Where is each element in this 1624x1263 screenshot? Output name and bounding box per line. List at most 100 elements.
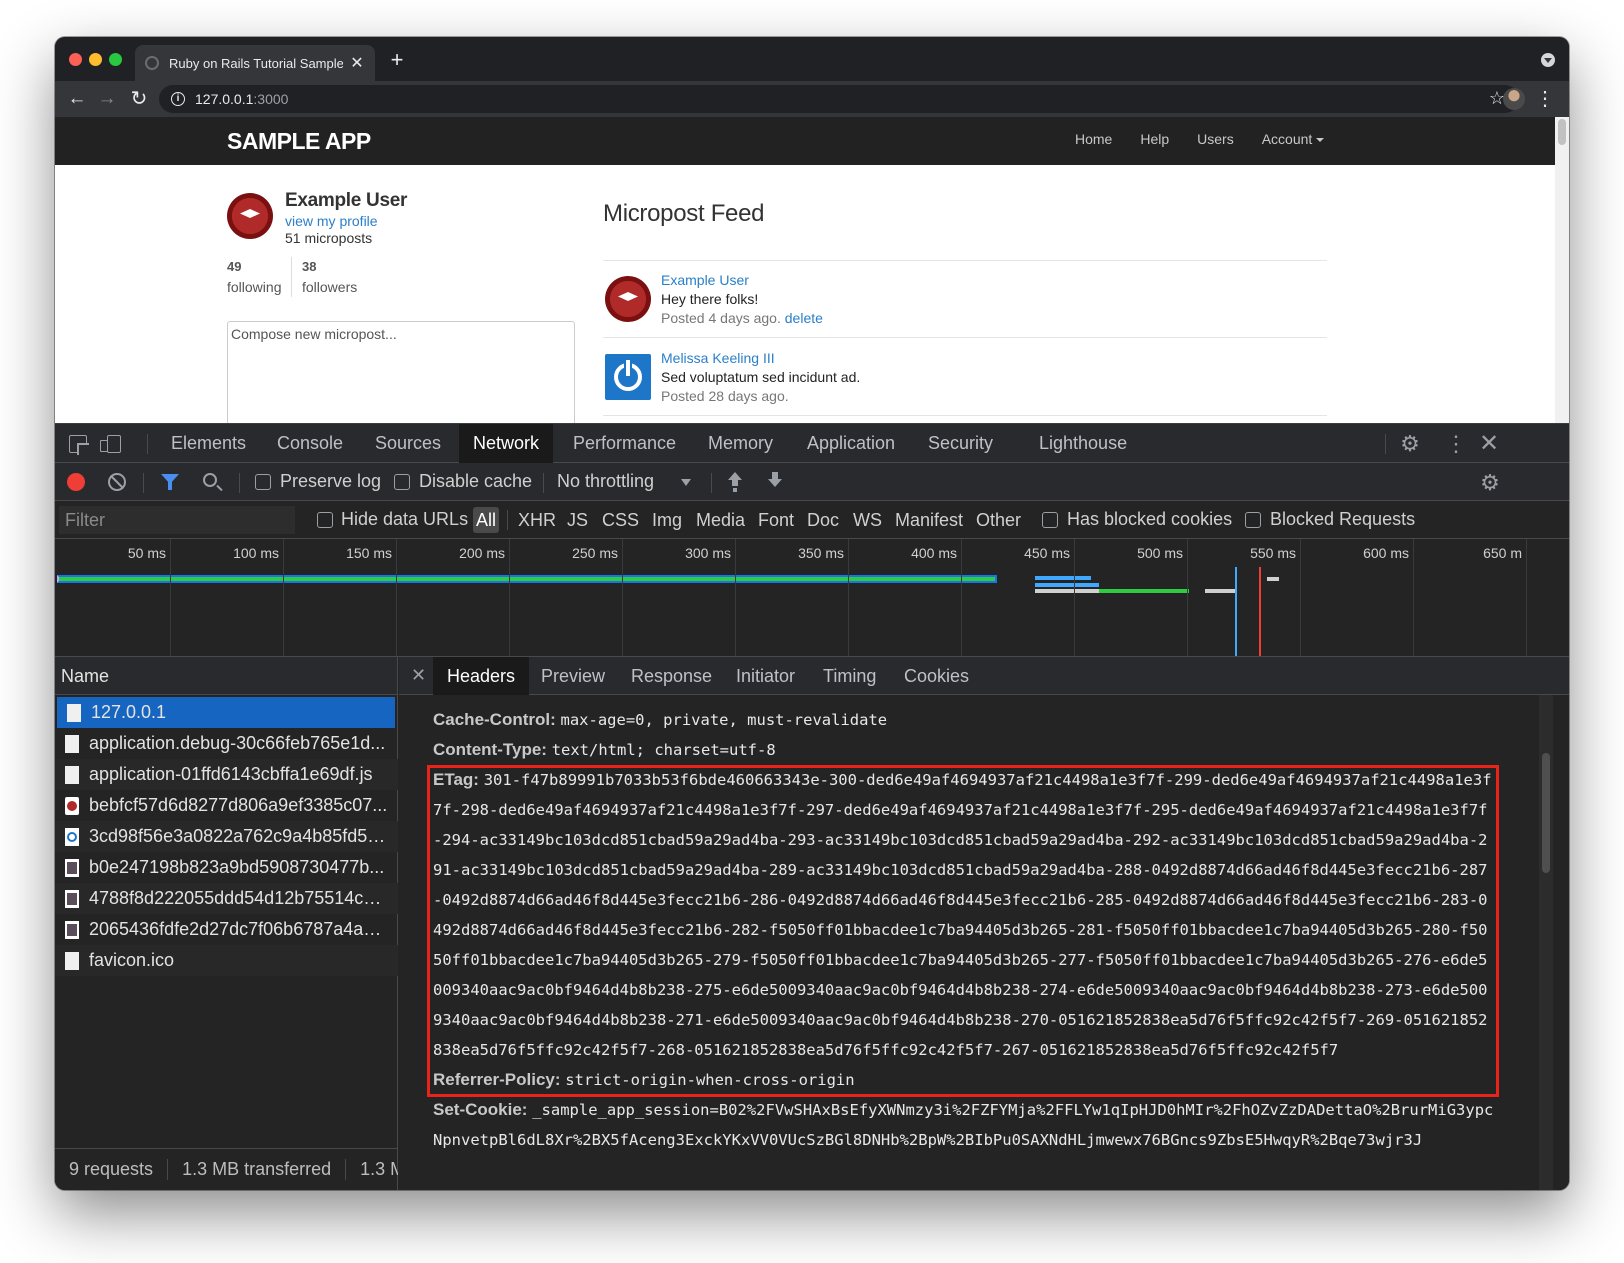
export-har-icon[interactable] [767,472,783,492]
app-logo[interactable]: SAMPLE APP [227,128,371,155]
request-row[interactable]: 127.0.0.1 [57,697,395,728]
tab-search-icon[interactable] [1541,53,1555,67]
new-tab-button[interactable]: + [385,47,409,73]
has-blocked-cookies-checkbox[interactable] [1042,512,1058,528]
type-filter-media[interactable]: Media [693,507,748,533]
type-filter-ws[interactable]: WS [850,507,885,533]
nav-account[interactable]: Account [1262,131,1325,147]
browser-menu-icon[interactable]: ⋮ [1535,87,1555,111]
image-icon [65,827,79,846]
tab-memory[interactable]: Memory [694,424,787,463]
preserve-log-label[interactable]: Preserve log [280,471,381,492]
detail-scrollbar-thumb[interactable] [1542,753,1550,873]
view-profile-link[interactable]: view my profile [285,213,378,229]
disable-cache-checkbox[interactable] [394,474,410,490]
following-stat[interactable]: 49 following [227,257,281,297]
delete-post-link[interactable]: delete [785,310,823,326]
inspect-element-icon[interactable] [69,435,87,453]
site-info-icon[interactable]: i [171,92,185,106]
tab-preview[interactable]: Preview [527,657,619,695]
post-avatar[interactable] [605,354,651,400]
request-row[interactable]: bebfcf57d6d8277d806a9ef3385c07... [55,790,398,821]
disable-cache-label[interactable]: Disable cache [419,471,532,492]
preserve-log-checkbox[interactable] [255,474,271,490]
type-filter-js[interactable]: JS [564,507,591,533]
devtools-menu-icon[interactable]: ⋮ [1445,431,1467,457]
page-scrollbar[interactable] [1555,117,1569,423]
device-toolbar-icon[interactable] [100,435,121,453]
type-filter-other[interactable]: Other [973,507,1024,533]
minimize-window-button[interactable] [89,53,102,66]
filter-icon[interactable] [161,473,179,491]
clear-button[interactable] [108,473,126,491]
profile-avatar[interactable] [1503,88,1525,110]
search-icon[interactable] [203,473,217,487]
type-filter-manifest[interactable]: Manifest [892,507,966,533]
maximize-window-button[interactable] [109,53,122,66]
tab-performance[interactable]: Performance [559,424,690,463]
close-window-button[interactable] [69,53,82,66]
import-har-icon[interactable] [727,472,743,492]
hide-data-urls-label[interactable]: Hide data URLs [341,509,468,530]
type-filter-all[interactable]: All [473,507,500,533]
forward-button[interactable]: → [95,87,119,111]
type-filter-doc[interactable]: Doc [804,507,842,533]
network-overview[interactable]: 50 ms 100 ms 150 ms 200 ms 250 ms 300 ms 350 m… [55,539,1569,657]
browser-tab[interactable]: Ruby on Rails Tutorial Sample App ✕ [135,45,375,81]
tab-initiator[interactable]: Initiator [722,657,809,695]
followers-stat[interactable]: 38 followers [291,257,357,297]
request-row[interactable]: 3cd98f56e3a0822a762c9a4b85fd56... [55,821,398,852]
timeline-gridline [1413,539,1414,656]
tab-security[interactable]: Security [914,424,1007,463]
type-filter-font[interactable]: Font [755,507,797,533]
settings-gear-icon[interactable]: ⚙ [1399,433,1421,455]
type-filter-img[interactable]: Img [649,507,685,533]
request-list: Name 127.0.0.1 application.debug-30c66fe… [55,657,398,1190]
request-row[interactable]: 4788f8d222055ddd54d12b75514cd... [55,883,398,914]
tab-lighthouse[interactable]: Lighthouse [1025,424,1141,463]
filter-input[interactable]: Filter [59,506,295,534]
tab-close-icon[interactable]: ✕ [349,53,365,73]
post-user-link[interactable]: Melissa Keeling III [661,350,775,366]
post-avatar[interactable] [605,276,651,322]
request-row[interactable]: application.debug-30c66feb765e1d... [55,728,398,759]
detail-scrollbar[interactable] [1539,695,1553,1190]
post-user-link[interactable]: Example User [661,272,749,288]
type-filter-css[interactable]: CSS [599,507,642,533]
close-devtools-icon[interactable]: ✕ [1479,429,1499,458]
request-row[interactable]: b0e247198b823a9bd5908730477b... [55,852,398,883]
tab-console[interactable]: Console [263,424,357,463]
compose-micropost-field[interactable]: Compose new micropost... [227,321,575,423]
request-row[interactable]: favicon.ico [55,945,398,976]
nav-users[interactable]: Users [1197,131,1234,147]
blocked-requests-checkbox[interactable] [1245,512,1261,528]
transferred-size: 1.3 MB transferred [168,1159,347,1180]
back-button[interactable]: ← [65,87,89,111]
tab-cookies[interactable]: Cookies [890,657,983,695]
throttling-select[interactable]: No throttling [557,471,654,492]
name-column-header[interactable]: Name [55,657,397,695]
close-detail-icon[interactable]: ✕ [411,665,426,686]
network-settings-gear-icon[interactable]: ⚙ [1479,472,1501,494]
has-blocked-cookies-label[interactable]: Has blocked cookies [1067,509,1232,530]
tab-response[interactable]: Response [617,657,726,695]
nav-home[interactable]: Home [1075,131,1112,147]
address-bar[interactable]: i 127.0.0.1 :3000 ☆ [159,85,1519,113]
tab-headers[interactable]: Headers [433,657,530,695]
request-row[interactable]: application-01ffd6143cbffa1e69df.js [55,759,398,790]
request-row[interactable]: 2065436fdfe2d27dc7f06b6787a4a1... [55,914,398,945]
request-name: application.debug-30c66feb765e1d... [89,733,386,753]
type-filter-xhr[interactable]: XHR [515,507,559,533]
tab-sources[interactable]: Sources [361,424,455,463]
tab-timing[interactable]: Timing [809,657,890,695]
reload-button[interactable]: ↻ [127,87,151,111]
blocked-requests-label[interactable]: Blocked Requests [1270,509,1415,530]
record-button[interactable] [67,473,85,491]
tab-application[interactable]: Application [793,424,909,463]
nav-help[interactable]: Help [1140,131,1169,147]
tab-elements[interactable]: Elements [157,424,260,463]
hide-data-urls-checkbox[interactable] [317,512,333,528]
tab-network[interactable]: Network [459,424,554,463]
user-gravatar[interactable] [227,193,273,239]
page-scrollbar-thumb[interactable] [1558,119,1566,145]
